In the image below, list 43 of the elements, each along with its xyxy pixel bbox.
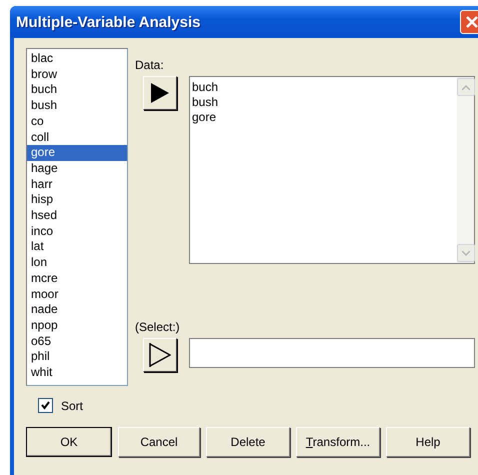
list-item[interactable]: o65	[27, 334, 127, 350]
list-item[interactable]: phil	[27, 349, 127, 366]
list-item[interactable]: lat	[27, 239, 127, 256]
list-item[interactable]: mcre	[27, 270, 127, 287]
list-item[interactable]: bush	[27, 98, 127, 114]
list-item[interactable]: bush	[192, 95, 455, 110]
play-icon	[151, 83, 169, 103]
list-item[interactable]: lon	[27, 255, 127, 271]
chevron-up-icon	[462, 84, 470, 90]
list-item[interactable]: nade	[27, 302, 127, 318]
window-title: Multiple-Variable Analysis	[16, 14, 201, 30]
select-field[interactable]	[189, 338, 475, 368]
sort-checkbox[interactable]	[38, 398, 53, 413]
list-item[interactable]: brow	[27, 66, 127, 82]
add-button[interactable]	[143, 76, 177, 110]
list-item[interactable]: harr	[27, 176, 127, 192]
list-item[interactable]: gore	[27, 145, 127, 161]
play-icon	[149, 343, 171, 367]
list-item[interactable]: buch	[27, 82, 127, 98]
list-item[interactable]: hisp	[27, 192, 127, 208]
data-label: Data:	[135, 58, 165, 72]
list-item[interactable]: co	[27, 114, 127, 130]
list-item[interactable]: buch	[192, 80, 455, 95]
list-item[interactable]: moor	[27, 286, 127, 302]
list-item[interactable]: hage	[27, 160, 127, 177]
close-icon	[465, 15, 478, 29]
list-item[interactable]: inco	[27, 224, 127, 240]
list-item[interactable]: hsed	[27, 208, 127, 224]
close-button[interactable]	[460, 10, 478, 34]
dialog-button[interactable]: Help	[386, 427, 470, 457]
dialog-button[interactable]: Transform...	[296, 427, 380, 457]
list-item[interactable]: whit	[27, 365, 127, 381]
sort-label: Sort	[61, 398, 84, 412]
dialog-button[interactable]: OK	[26, 427, 112, 457]
dialog-button[interactable]: Cancel	[118, 427, 200, 457]
select-label: (Select:)	[135, 320, 181, 334]
list-item[interactable]: npop	[27, 318, 127, 334]
select-button[interactable]	[143, 338, 177, 372]
list-item[interactable]: coll	[27, 130, 127, 146]
chevron-down-icon	[462, 250, 470, 256]
dialog-button[interactable]: Delete	[206, 427, 290, 457]
list-item[interactable]: gore	[192, 110, 455, 125]
list-item[interactable]: blac	[27, 51, 127, 67]
